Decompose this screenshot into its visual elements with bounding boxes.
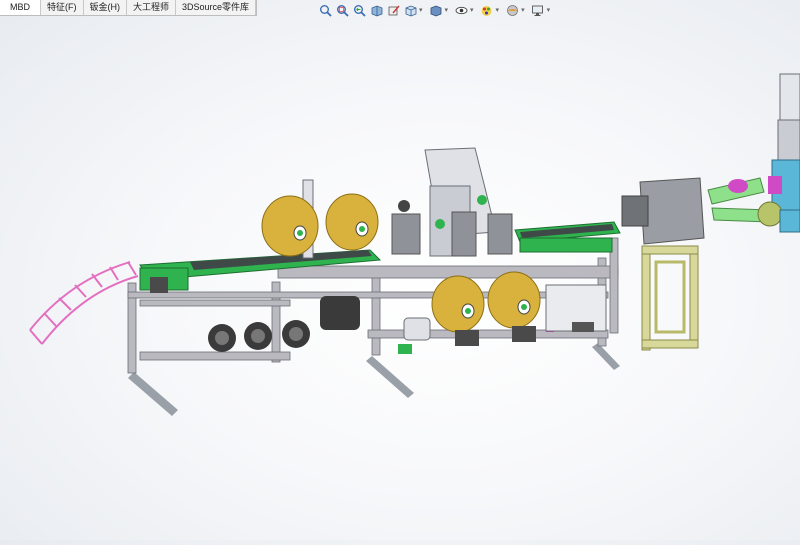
tab-features[interactable]: 特征(F) [41, 0, 84, 15]
previous-view-icon[interactable] [352, 3, 366, 17]
tab-3dsource-library[interactable]: 3DSource零件库 [176, 0, 257, 15]
display-style-icon[interactable] [429, 3, 443, 17]
infeed-module [621, 177, 705, 351]
chevron-down-icon[interactable]: ▾ [496, 6, 500, 14]
graphics-area[interactable] [0, 16, 800, 540]
chevron-down-icon[interactable]: ▾ [445, 6, 449, 14]
tab-sheet-metal[interactable]: 钣金(H) [84, 0, 127, 15]
assembly-model [29, 73, 800, 416]
apply-scene-icon[interactable] [505, 3, 519, 17]
robot-arm [707, 73, 800, 233]
curved-outfeed-chute [29, 261, 139, 345]
tab-mbd[interactable]: MBD [0, 0, 41, 15]
upper-material-rolls [261, 193, 379, 257]
zoom-to-fit-icon[interactable] [318, 3, 332, 17]
view-orientation-icon[interactable] [403, 3, 417, 17]
dynamic-annotation-icon[interactable] [386, 3, 400, 17]
hide-show-items-icon[interactable] [454, 3, 468, 17]
chevron-down-icon[interactable]: ▾ [419, 6, 423, 14]
chevron-down-icon[interactable]: ▾ [521, 6, 525, 14]
command-manager-tabs: MBD 特征(F) 钣金(H) 大工程师 3DSource零件库 [0, 0, 258, 16]
tab-engineer[interactable]: 大工程师 [127, 0, 177, 15]
edit-appearance-icon[interactable] [480, 3, 494, 17]
view-settings-icon[interactable] [531, 3, 545, 17]
zoom-to-area-icon[interactable] [335, 3, 349, 17]
section-view-icon[interactable] [369, 3, 383, 17]
chevron-down-icon[interactable]: ▾ [547, 6, 551, 14]
right-conveyor [514, 221, 621, 253]
chevron-down-icon[interactable]: ▾ [470, 6, 474, 14]
